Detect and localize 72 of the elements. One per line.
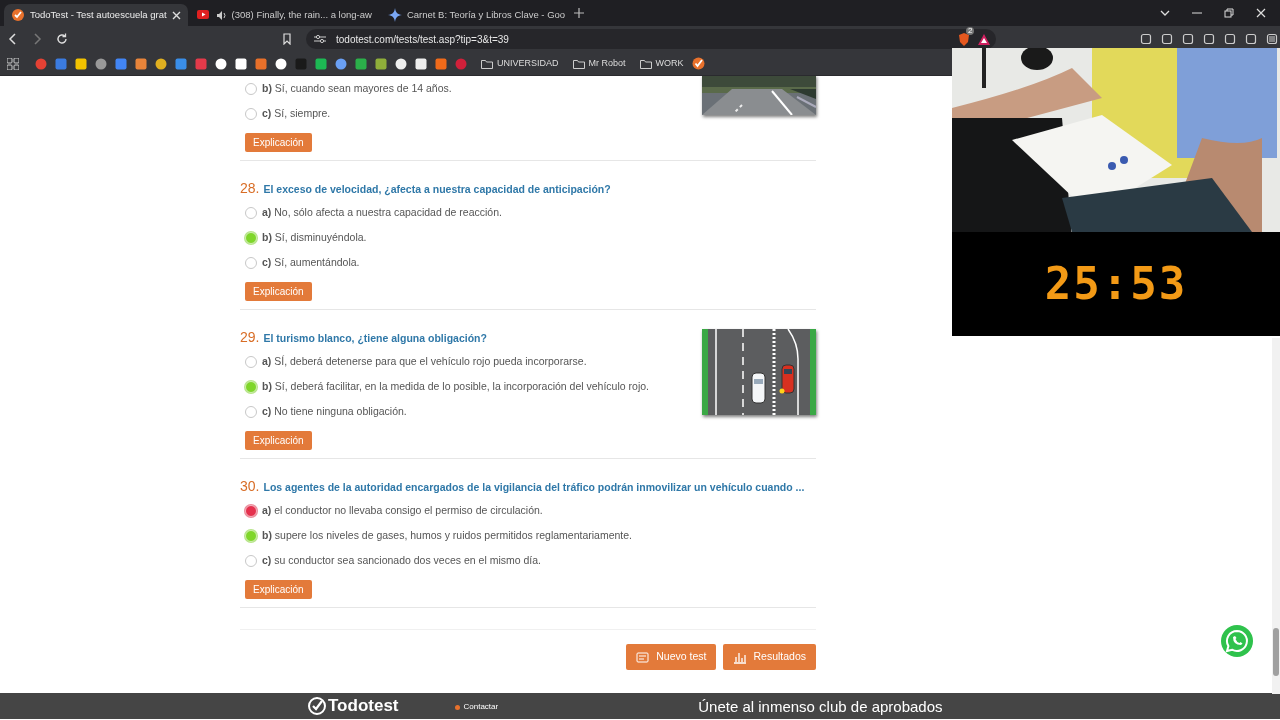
- radio-button[interactable]: [245, 256, 257, 269]
- question-text: El exceso de velocidad, ¿afecta a nuestra capacidad de anticipación?: [263, 182, 611, 198]
- video-icon: [196, 8, 211, 22]
- bookmark-icon[interactable]: [282, 33, 292, 45]
- chevron-icon[interactable]: [1160, 8, 1170, 18]
- radio-button[interactable]: [245, 405, 257, 418]
- answer-text: a) No, sólo afecta a nuestra capacidad de reacción.: [262, 204, 502, 220]
- bookmark-icon[interactable]: [215, 57, 227, 70]
- answer-text: c) Sí, siempre.: [262, 105, 331, 121]
- radio-button[interactable]: [245, 82, 257, 95]
- radio-button[interactable]: [245, 554, 257, 567]
- question-number: 28.: [240, 179, 260, 198]
- folder-icon: [572, 58, 585, 69]
- bookmark-icon[interactable]: [415, 57, 427, 70]
- folder-icon: [639, 58, 652, 69]
- bookmark-folder[interactable]: UNIVERSIDAD: [481, 56, 559, 71]
- apps-icon[interactable]: [7, 57, 19, 70]
- question-number: 30.: [240, 477, 260, 496]
- bookmark-icon[interactable]: [275, 57, 287, 70]
- radio-button[interactable]: [245, 504, 257, 517]
- new-tab-icon[interactable]: [574, 8, 585, 18]
- back-icon[interactable]: [8, 33, 18, 45]
- answer-text: c) Sí, aumentándola.: [262, 254, 360, 270]
- answer-text: c) su conductor sea sancionado dos veces en el mismo día.: [262, 552, 541, 568]
- bookmark-icon[interactable]: [375, 57, 387, 70]
- browser-tab[interactable]: (308) Finally, the rain... a long-aw: [189, 4, 379, 26]
- browser-tab[interactable]: Carnet B: Teoría y Libros Clave - Goo: [380, 4, 573, 26]
- radio-button[interactable]: [245, 380, 257, 393]
- scrollbar[interactable]: [1272, 338, 1280, 694]
- bookmark-icon[interactable]: [75, 57, 87, 70]
- badge-count: 2: [966, 27, 975, 35]
- triangle-icon[interactable]: [978, 34, 990, 45]
- url-text: todotest.com/tests/test.asp?tip=3&t=39: [336, 32, 509, 47]
- bookmark-icon[interactable]: [235, 57, 247, 70]
- bullet-icon: [454, 704, 460, 710]
- restore-icon[interactable]: [1224, 8, 1234, 18]
- site-settings-icon[interactable]: [314, 34, 326, 44]
- bar-chart-icon: [733, 650, 748, 664]
- answer-text: b) Sí, cuando sean mayores de 14 años.: [262, 80, 452, 96]
- bookmark-icon[interactable]: [395, 57, 407, 70]
- reload-icon[interactable]: [56, 33, 68, 45]
- radio-button[interactable]: [245, 107, 257, 120]
- answer-text: b) supere los niveles de gases, humos y ruidos permitidos reglamentariamente.: [262, 527, 633, 543]
- check-icon[interactable]: [691, 57, 705, 70]
- close-icon[interactable]: [171, 10, 181, 20]
- question-number: 29.: [240, 328, 260, 347]
- radio-button[interactable]: [245, 355, 257, 368]
- bookmark-icon[interactable]: [155, 57, 167, 70]
- radio-button[interactable]: [245, 206, 257, 219]
- check-icon: [308, 697, 326, 715]
- browser-tab[interactable]: TodoTest - Test autoescuela grat: [4, 4, 188, 26]
- answer-text: a) SÍ, deberá detenerse para que el vehículo rojo pueda incorporarse.: [262, 353, 587, 369]
- speaker-icon: [215, 9, 227, 21]
- site-logo[interactable]: Todotest: [308, 696, 399, 716]
- radio-button[interactable]: [245, 529, 257, 542]
- close-icon[interactable]: [1256, 8, 1266, 18]
- check-icon: [11, 8, 25, 22]
- bookmark-folder[interactable]: Mr Robot: [572, 56, 626, 71]
- document-icon: [636, 650, 651, 664]
- folder-icon: [481, 58, 493, 69]
- radio-button[interactable]: [245, 231, 257, 244]
- answer-text: a) el conductor no llevaba consigo el permiso de circulación.: [262, 502, 543, 518]
- answer-text: b) Sí, deberá facilitar, en la medida de lo posible, la incorporación del vehículo rojo.: [262, 378, 649, 394]
- bookmark-folder[interactable]: WORK: [639, 56, 684, 71]
- answer-text: c) No tiene ninguna obligación.: [262, 403, 407, 419]
- answer-text: b) Sí, disminuyéndola.: [262, 229, 367, 245]
- footer-link[interactable]: Contactar: [463, 701, 499, 713]
- forward-icon[interactable]: [32, 33, 42, 45]
- footer-heading: Únete al inmenso club de aprobados: [698, 698, 943, 716]
- question-text: El turismo blanco, ¿tiene alguna obligación?: [263, 331, 487, 347]
- timer-display: 25:53: [1044, 257, 1188, 311]
- question-text: Los agentes de la autoridad encargados de la vigilancia del tráfico podrán inmovilizar un vehículo cuando ...: [263, 480, 805, 495]
